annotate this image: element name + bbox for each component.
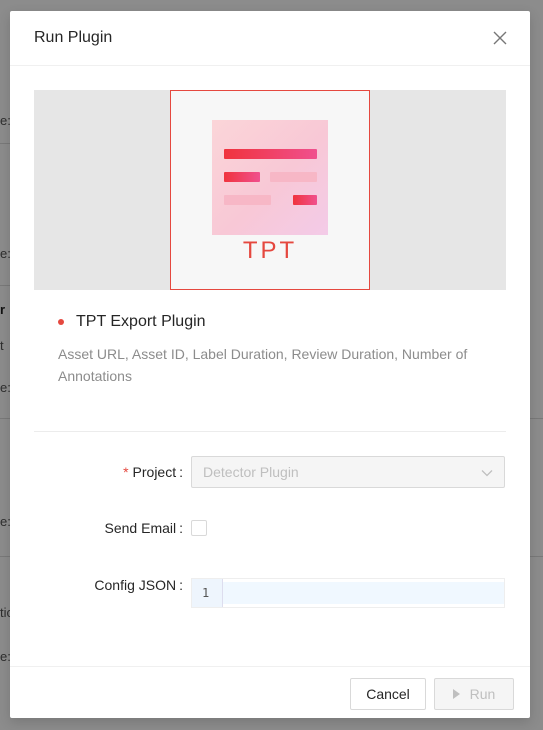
- plugin-thumbnail: TPT: [170, 90, 370, 290]
- send-email-checkbox[interactable]: [191, 520, 207, 536]
- play-icon: [452, 689, 460, 699]
- plugin-name: TPT Export Plugin: [76, 313, 206, 330]
- config-json-label: Config JSON:: [94, 577, 183, 593]
- plugin-description: Asset URL, Asset ID, Label Duration, Rev…: [58, 346, 468, 384]
- plugin-preview: TPT: [34, 90, 506, 290]
- modal-header: Run Plugin: [10, 11, 530, 66]
- run-button[interactable]: Run: [434, 678, 514, 710]
- modal-footer: Cancel Run: [10, 666, 530, 718]
- plugin-title-row: TPT Export Plugin: [58, 313, 206, 331]
- code-line[interactable]: [223, 582, 504, 604]
- config-json-editor[interactable]: 1: [191, 578, 505, 608]
- project-select-value: Detector Plugin: [203, 464, 299, 480]
- required-mark: *: [123, 464, 129, 480]
- document-illustration: [212, 120, 328, 235]
- bullet-dot-icon: [58, 319, 64, 325]
- run-button-label: Run: [469, 686, 496, 702]
- project-label: * Project:: [123, 464, 183, 480]
- project-select[interactable]: Detector Plugin: [191, 456, 505, 488]
- cancel-button[interactable]: Cancel: [350, 678, 426, 710]
- chevron-down-icon: [480, 466, 494, 480]
- line-number: 1: [192, 579, 223, 607]
- run-plugin-modal: Run Plugin TPT TPT Export Plugin Asset U…: [10, 11, 530, 718]
- send-email-label: Send Email:: [104, 520, 183, 536]
- close-icon[interactable]: [490, 28, 510, 48]
- modal-title: Run Plugin: [34, 29, 113, 46]
- divider: [34, 431, 506, 432]
- logo-text: TPT: [242, 237, 298, 264]
